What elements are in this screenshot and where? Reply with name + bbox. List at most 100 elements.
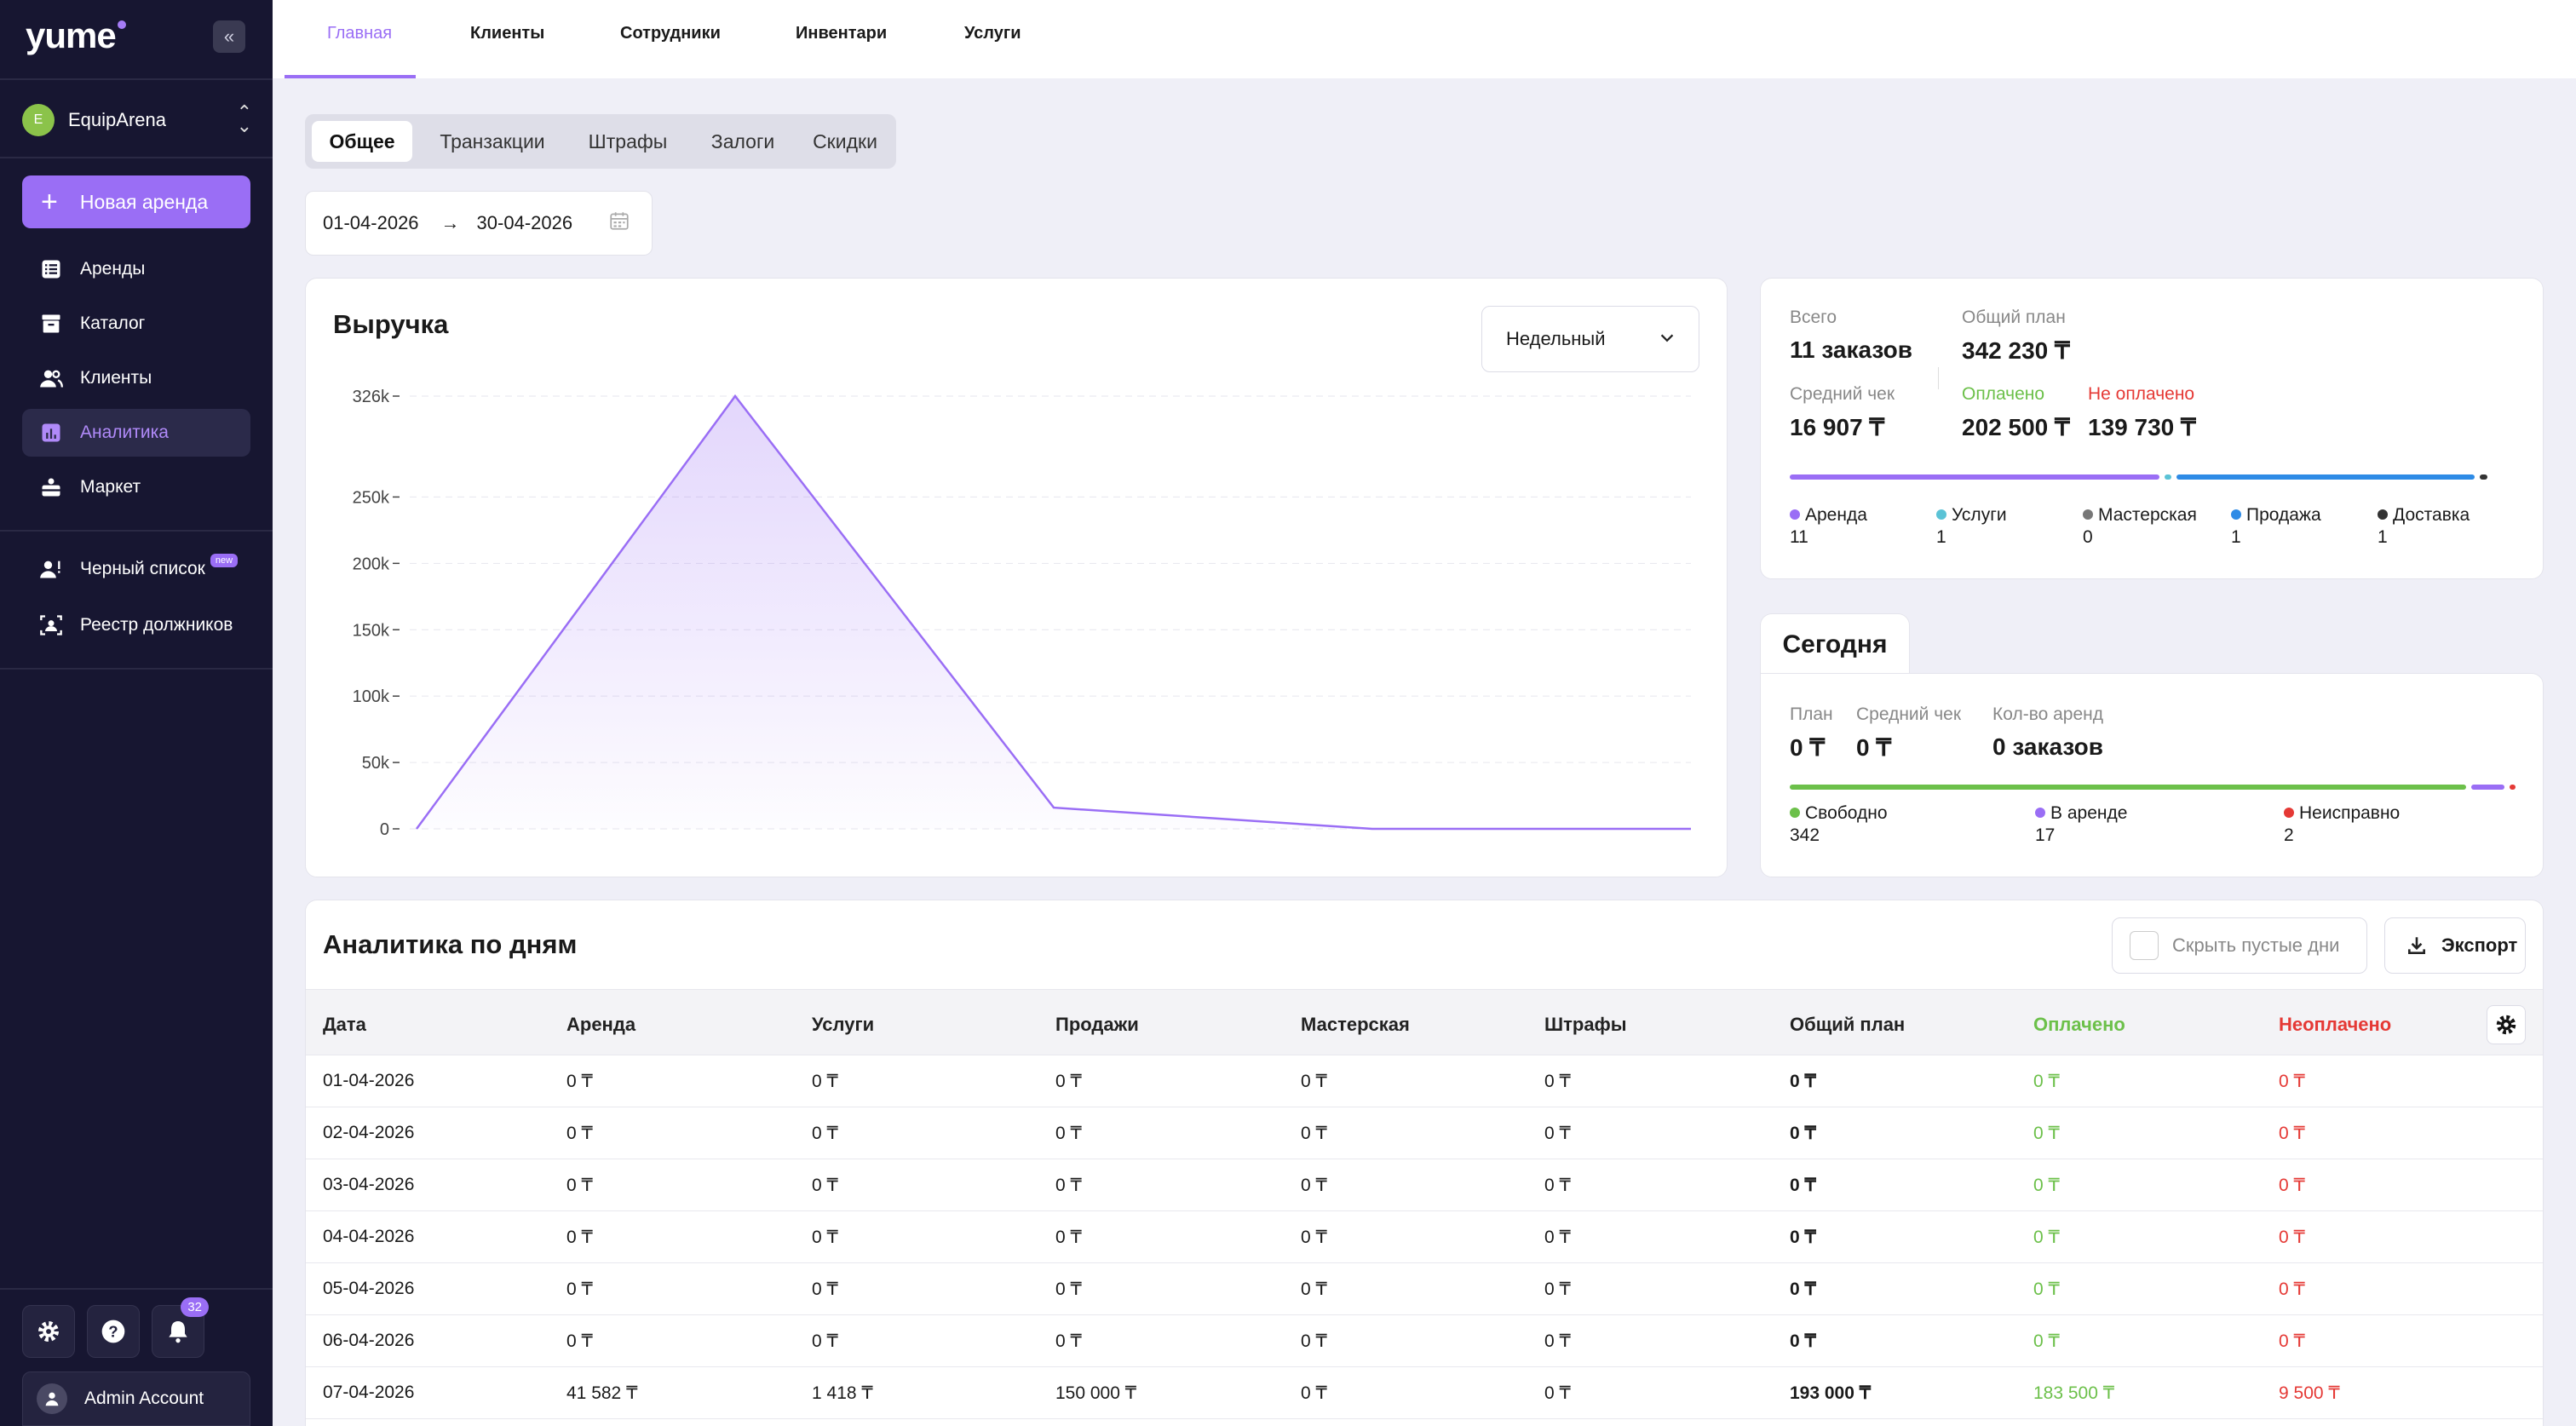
- account-menu[interactable]: Admin Account: [22, 1371, 250, 1426]
- sidebar-item-label: Аренды: [80, 259, 146, 279]
- table-cell: 0 ₸: [812, 1279, 838, 1299]
- table-cell: 0 ₸: [2279, 1176, 2305, 1195]
- hide-empty-checkbox[interactable]: [2130, 931, 2159, 960]
- table-cell: 0 ₸: [2279, 1228, 2305, 1247]
- date-from[interactable]: 01-04-2026: [323, 212, 419, 234]
- table-row[interactable]: 07-04-2026 41 582 ₸ 1 418 ₸ 150 000 ₸ 0 ₸ 0 ₸…: [306, 1367, 2543, 1419]
- table-cell: 41 582 ₸: [566, 1383, 638, 1403]
- table-row[interactable]: 03-04-2026 0 ₸ 0 ₸ 0 ₸ 0 ₸ 0 ₸ 0 ₸ 0 ₸ 0 ₸: [306, 1159, 2543, 1211]
- column-unpaid: Неоплачено: [2279, 1014, 2392, 1035]
- table-cell: 9 500 ₸: [2279, 1383, 2340, 1403]
- collapse-sidebar-button[interactable]: «: [213, 20, 245, 53]
- logo-dot: [117, 20, 126, 29]
- legend-dot: [2231, 509, 2241, 520]
- table-cell: 193 000 ₸: [1790, 1383, 1872, 1403]
- table-cell: 0 ₸: [1790, 1176, 1816, 1195]
- subtab-fines[interactable]: Штрафы: [571, 121, 685, 162]
- bar-segment: [2510, 785, 2516, 790]
- table-cell: 03-04-2026: [323, 1175, 415, 1194]
- legend-count-rented: 17: [2035, 825, 2056, 845]
- tab-employees[interactable]: Сотрудники: [620, 24, 721, 43]
- subtab-discounts[interactable]: Скидки: [799, 121, 891, 162]
- date-range-picker[interactable]: 01-04-2026 → 30-04-2026: [305, 191, 653, 256]
- help-button[interactable]: ?: [87, 1305, 140, 1358]
- today-count-value: 0 заказов: [1992, 733, 2103, 760]
- table-cell: 0 ₸: [1544, 1279, 1571, 1299]
- total-value: 11 заказов: [1790, 336, 1912, 363]
- sidebar-item-market[interactable]: Маркет: [22, 463, 250, 511]
- bell-icon: [169, 1321, 187, 1343]
- table-cell: 0 ₸: [1301, 1228, 1327, 1247]
- table-cell: 0 ₸: [566, 1331, 593, 1351]
- table-cell: 0 ₸: [1301, 1279, 1327, 1299]
- table-row[interactable]: 06-04-2026 0 ₸ 0 ₸ 0 ₸ 0 ₸ 0 ₸ 0 ₸ 0 ₸ 0 ₸: [306, 1315, 2543, 1367]
- table-cell: 0 ₸: [1544, 1072, 1571, 1091]
- rentals-list-icon: [39, 257, 63, 281]
- catalog-box-icon: [39, 312, 63, 336]
- bar-segment: [2470, 785, 2505, 790]
- plan-label: Общий план: [1962, 308, 2066, 327]
- table-cell: 0 ₸: [812, 1072, 838, 1091]
- sidebar-item-debtors[interactable]: Реестр должников: [22, 601, 250, 649]
- tab-main[interactable]: Главная: [327, 24, 392, 43]
- table-cell: 0 ₸: [1055, 1072, 1082, 1091]
- table-settings-button[interactable]: [2487, 1005, 2526, 1044]
- legend-count-broken: 2: [2284, 825, 2294, 845]
- table-cell: 150 000 ₸: [1055, 1383, 1137, 1403]
- tab-clients[interactable]: Клиенты: [470, 24, 544, 43]
- legend-dot: [2083, 509, 2093, 520]
- table-cell: 0 ₸: [1301, 1331, 1327, 1351]
- bar-segment: [2480, 474, 2487, 480]
- table-cell: 0 ₸: [1790, 1279, 1816, 1299]
- sidebar-item-analytics[interactable]: Аналитика: [22, 409, 250, 457]
- subtab-transactions[interactable]: Транзакции: [419, 121, 566, 162]
- revenue-card: Выручка Недельный 0 50k 100k 150k 200k 250k 32…: [305, 278, 1728, 877]
- tab-services[interactable]: Услуги: [964, 24, 1021, 43]
- export-button[interactable]: Экспорт: [2384, 917, 2526, 974]
- table-cell: 0 ₸: [1790, 1072, 1816, 1091]
- table-cell: 0 ₸: [566, 1072, 593, 1091]
- legend-label: В аренде: [2050, 803, 2128, 823]
- sidebar-item-catalog[interactable]: Каталог: [22, 300, 250, 348]
- app-logo[interactable]: yume: [26, 15, 126, 56]
- table-cell: 0 ₸: [2279, 1279, 2305, 1299]
- double-chevron-left-icon: «: [223, 26, 235, 47]
- new-rent-button[interactable]: + Новая аренда: [22, 175, 250, 228]
- legend-rented: В аренде: [2035, 803, 2127, 824]
- bar-segment: [1790, 785, 2466, 790]
- table-row[interactable]: 05-04-2026 0 ₸ 0 ₸ 0 ₸ 0 ₸ 0 ₸ 0 ₸ 0 ₸ 0 ₸: [306, 1263, 2543, 1315]
- daily-analytics-title: Аналитика по дням: [323, 929, 578, 959]
- subtab-deposits[interactable]: Залоги: [692, 121, 794, 162]
- legend-count-free: 342: [1790, 825, 1820, 845]
- notifications-button[interactable]: 32: [152, 1297, 209, 1358]
- sidebar-divider: [0, 530, 273, 532]
- hide-empty-days-toggle[interactable]: Скрыть пустые дни: [2112, 917, 2367, 974]
- table-cell: 0 ₸: [1544, 1228, 1571, 1247]
- sidebar-item-label: Клиенты: [80, 368, 152, 388]
- table-cell: 0 ₸: [1301, 1072, 1327, 1091]
- table-cell: 183 500 ₸: [2033, 1383, 2115, 1403]
- export-label: Экспорт: [2441, 934, 2518, 956]
- sidebar-item-rentals[interactable]: Аренды: [22, 245, 250, 293]
- table-row[interactable]: 01-04-2026 0 ₸ 0 ₸ 0 ₸ 0 ₸ 0 ₸ 0 ₸ 0 ₸ 0 ₸: [306, 1055, 2543, 1107]
- date-to[interactable]: 30-04-2026: [477, 212, 573, 234]
- table-cell: 02-04-2026: [323, 1123, 415, 1142]
- table-cell: 0 ₸: [2279, 1331, 2305, 1351]
- settings-button[interactable]: [22, 1305, 75, 1358]
- sidebar-divider: [0, 157, 273, 158]
- chevron-up-down-icon: ⌃ ⌄: [236, 101, 252, 136]
- tab-inventory[interactable]: Инвентари: [796, 24, 887, 43]
- column-paid: Оплачено: [2033, 1014, 2125, 1035]
- sidebar-item-blacklist[interactable]: Черный список new: [22, 545, 250, 593]
- column-services: Услуги: [812, 1014, 875, 1035]
- org-switcher[interactable]: E EquipArena ⌃ ⌄: [22, 101, 252, 136]
- sidebar-item-label: Реестр должников: [80, 615, 233, 635]
- subtab-general[interactable]: Общее: [312, 121, 412, 162]
- table-row[interactable]: 04-04-2026 0 ₸ 0 ₸ 0 ₸ 0 ₸ 0 ₸ 0 ₸ 0 ₸ 0 ₸: [306, 1211, 2543, 1263]
- logo-text: yume: [26, 15, 117, 55]
- table-row[interactable]: 02-04-2026 0 ₸ 0 ₸ 0 ₸ 0 ₸ 0 ₸ 0 ₸ 0 ₸ 0 ₸: [306, 1107, 2543, 1159]
- table-cell: 0 ₸: [1055, 1279, 1082, 1299]
- table-cell: 0 ₸: [2279, 1124, 2305, 1143]
- table-cell: 0 ₸: [2033, 1072, 2060, 1091]
- sidebar-item-clients[interactable]: Клиенты: [22, 354, 250, 402]
